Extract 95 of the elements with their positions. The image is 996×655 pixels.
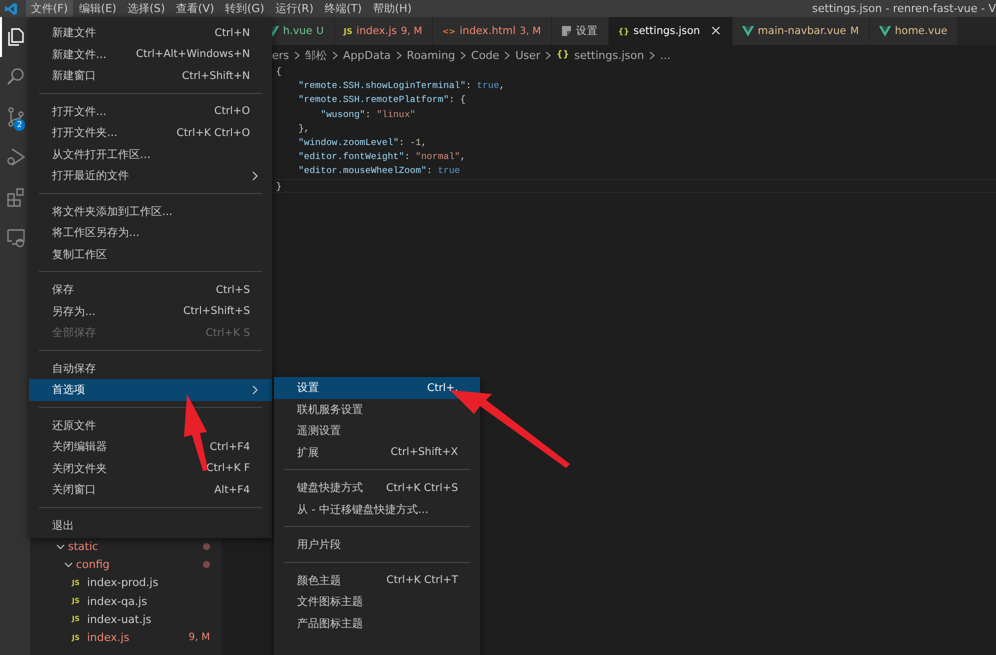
count-badge: 2 bbox=[14, 119, 26, 131]
menu-bar-item[interactable]: 终端(T) bbox=[320, 0, 367, 17]
menu-item[interactable]: 打开最近的文件 bbox=[29, 165, 272, 186]
menu-item[interactable]: 新建文件... Ctrl+Alt+Windows+N bbox=[29, 44, 272, 65]
breadcrumb-item[interactable]: ers bbox=[272, 48, 290, 62]
chevron-icon bbox=[649, 50, 656, 60]
breadcrumb-item[interactable]: Roaming bbox=[406, 48, 456, 62]
menu-item[interactable]: 文件图标主题 bbox=[274, 591, 480, 612]
menu-item[interactable]: 另存为... Ctrl+Shift+S bbox=[29, 300, 272, 322]
menu-item[interactable]: 还原文件 bbox=[29, 414, 272, 436]
tab-label: index.html bbox=[460, 25, 516, 37]
menu-bar-item[interactable]: 文件(F) bbox=[26, 0, 73, 17]
editor-tab[interactable]: 设置 bbox=[552, 17, 609, 45]
menu-bar-item[interactable]: 运行(R) bbox=[270, 0, 318, 17]
menu-item[interactable]: 键盘快捷方式 Ctrl+K Ctrl+S bbox=[274, 477, 480, 498]
menu-bar-item[interactable]: 转到(G) bbox=[220, 0, 270, 17]
file-name[interactable]: index.js bbox=[87, 631, 130, 644]
menu-item[interactable]: 设置 Ctrl+, bbox=[274, 377, 480, 398]
editor-tab[interactable]: <> index.html 3, M bbox=[433, 17, 552, 45]
breadcrumb-item[interactable]: ... bbox=[660, 48, 671, 62]
menu-item[interactable]: 首选项 bbox=[29, 379, 272, 400]
breadcrumb-item[interactable]: settings.json bbox=[574, 48, 644, 62]
code-line: "remote.SSH.remotePlatform": { bbox=[297, 94, 466, 106]
folder-name[interactable]: config bbox=[76, 558, 110, 571]
tab-label: main-navbar.vue bbox=[758, 25, 846, 37]
tab-label: settings.json bbox=[633, 25, 700, 37]
editor-tab[interactable]: JS index.js 9, M bbox=[334, 17, 434, 45]
menu-item[interactable]: 产品图标主题 bbox=[274, 612, 480, 634]
editor-tab[interactable]: main-navbar.vue M bbox=[732, 17, 870, 45]
git-status: 3, M bbox=[520, 26, 541, 36]
menu-item[interactable]: 新建窗口 Ctrl+Shift+N bbox=[29, 65, 272, 86]
menu-item[interactable]: 关闭窗口 Alt+F4 bbox=[29, 479, 272, 500]
chevron-icon bbox=[294, 50, 300, 60]
menu-item[interactable]: 从 - 中迁移键盘快捷方式... bbox=[274, 498, 480, 520]
menu-item[interactable]: 颜色主题 Ctrl+K Ctrl+T bbox=[274, 570, 480, 591]
editor-tab[interactable]: {} settings.json × bbox=[608, 17, 733, 45]
menu-item[interactable]: 退出 bbox=[29, 514, 272, 536]
menu-item[interactable]: 将文件夹添加到工作区... bbox=[29, 200, 272, 222]
code-line: } bbox=[276, 180, 282, 192]
menu-item[interactable]: 打开文件夹... Ctrl+K Ctrl+O bbox=[29, 122, 272, 144]
app-logo-icon bbox=[4, 2, 18, 16]
tab-label: index.js bbox=[356, 25, 397, 37]
menu-bar-item[interactable]: 编辑(E) bbox=[74, 0, 122, 17]
close-button[interactable]: × bbox=[710, 23, 722, 39]
menu-bar-item[interactable]: 查看(V) bbox=[171, 0, 220, 17]
vue-logo-icon bbox=[742, 26, 754, 36]
folder-name[interactable]: static bbox=[68, 540, 98, 553]
menu-item[interactable]: 扩展 Ctrl+Shift+X bbox=[274, 442, 480, 463]
code-line: "window.zoomLevel": -1, bbox=[297, 136, 427, 148]
menu-item[interactable]: 关闭编辑器 Ctrl+F4 bbox=[29, 436, 272, 458]
code-line: { bbox=[276, 66, 282, 77]
menu-bar-item[interactable]: 选择(S) bbox=[122, 0, 170, 17]
menu-bar-item[interactable]: 帮助(H) bbox=[368, 0, 417, 17]
menu-item[interactable]: 复制工作区 bbox=[29, 244, 272, 265]
file-name[interactable]: index-uat.js bbox=[87, 612, 152, 626]
tab-label: h.vue bbox=[283, 25, 312, 37]
git-status: M bbox=[850, 26, 859, 36]
breadcrumb-item[interactable]: User bbox=[515, 48, 540, 62]
menu-item[interactable]: 遥测设置 bbox=[274, 420, 480, 442]
file-type-icon: {} bbox=[618, 26, 630, 36]
file-type-icon: <> bbox=[442, 26, 456, 36]
code-line: "editor.fontWeight": "normal", bbox=[297, 151, 466, 162]
breadcrumb-item[interactable]: 邹松 bbox=[305, 48, 328, 62]
vue-logo-icon bbox=[878, 26, 891, 36]
code-line: "wusong": "linux" bbox=[320, 108, 416, 120]
git-status: 9, M bbox=[400, 26, 422, 36]
menu-item[interactable]: 从文件打开工作区... bbox=[29, 144, 272, 165]
tab-label: home.vue bbox=[894, 25, 948, 37]
problem-count: 9, M bbox=[188, 632, 210, 644]
chevron-icon bbox=[504, 50, 510, 60]
chevron-icon bbox=[332, 50, 338, 60]
json-file-icon: {} bbox=[556, 50, 570, 60]
breadcrumb-item[interactable]: AppData bbox=[343, 48, 391, 62]
git-status: U bbox=[316, 26, 324, 36]
breadcrumb-item[interactable]: Code bbox=[471, 48, 500, 62]
menu-item[interactable]: 用户片段 bbox=[274, 534, 480, 556]
document-icon bbox=[560, 25, 572, 37]
menu-item[interactable]: 关闭文件夹 Ctrl+K F bbox=[29, 458, 272, 479]
chevron-icon bbox=[396, 50, 402, 60]
file-name[interactable]: index-qa.js bbox=[87, 594, 148, 608]
menu-item[interactable]: 联机服务设置 bbox=[274, 398, 480, 420]
tab-label: 设置 bbox=[576, 24, 598, 38]
chevron-icon bbox=[545, 50, 552, 60]
code-line: }, bbox=[297, 122, 310, 134]
file-name[interactable]: index-prod.js bbox=[87, 576, 158, 590]
chevron-icon bbox=[460, 50, 466, 60]
editor-tab[interactable]: home.vue bbox=[870, 17, 958, 45]
menu-item[interactable]: 保存 Ctrl+S bbox=[29, 279, 272, 300]
file-type-icon: JS bbox=[344, 26, 352, 36]
code-line: "remote.SSH.showLoginTerminal": true, bbox=[297, 80, 505, 92]
code-line: "editor.mouseWheelZoom": true bbox=[297, 165, 460, 176]
menu-item[interactable]: 将工作区另存为... bbox=[29, 222, 272, 244]
window-title: settings.json - renren-fast-vue - V bbox=[812, 2, 996, 15]
menu-item[interactable]: 打开文件... Ctrl+O bbox=[29, 100, 272, 122]
menu-item[interactable]: 自动保存 bbox=[29, 358, 272, 379]
